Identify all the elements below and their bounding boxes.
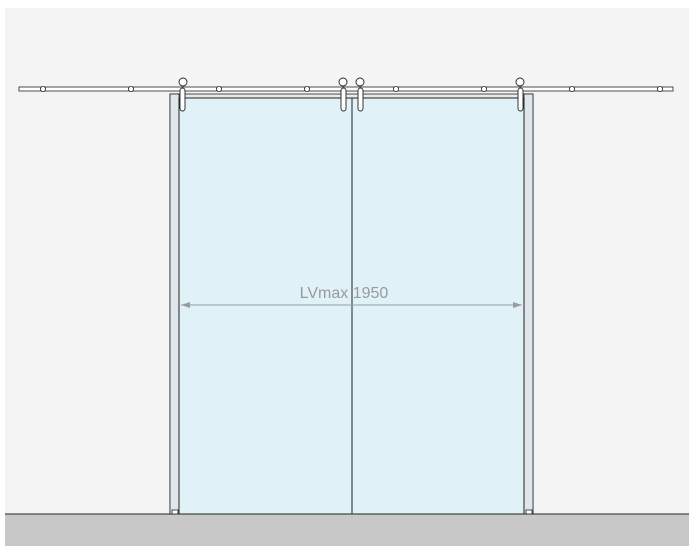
rail-fixing <box>480 86 487 93</box>
left-jamb <box>169 93 180 515</box>
rail-fixing <box>127 86 134 93</box>
floor-guide-right <box>525 509 533 515</box>
glass-panel-left <box>178 97 353 515</box>
floor-guide-left <box>171 509 179 515</box>
rail-fixing <box>40 86 47 93</box>
rail-fixing <box>392 86 399 93</box>
floor <box>5 514 689 546</box>
rail-fixing <box>303 86 310 93</box>
dimension-label: LVmax 1950 <box>300 285 389 302</box>
rail-fixing <box>569 86 576 93</box>
right-jamb <box>523 93 534 515</box>
rail-fixing <box>215 86 222 93</box>
sliding-door-diagram: LVmax 1950 <box>5 8 689 546</box>
glass-panel-right <box>351 97 525 515</box>
rail-fixing <box>657 86 664 93</box>
